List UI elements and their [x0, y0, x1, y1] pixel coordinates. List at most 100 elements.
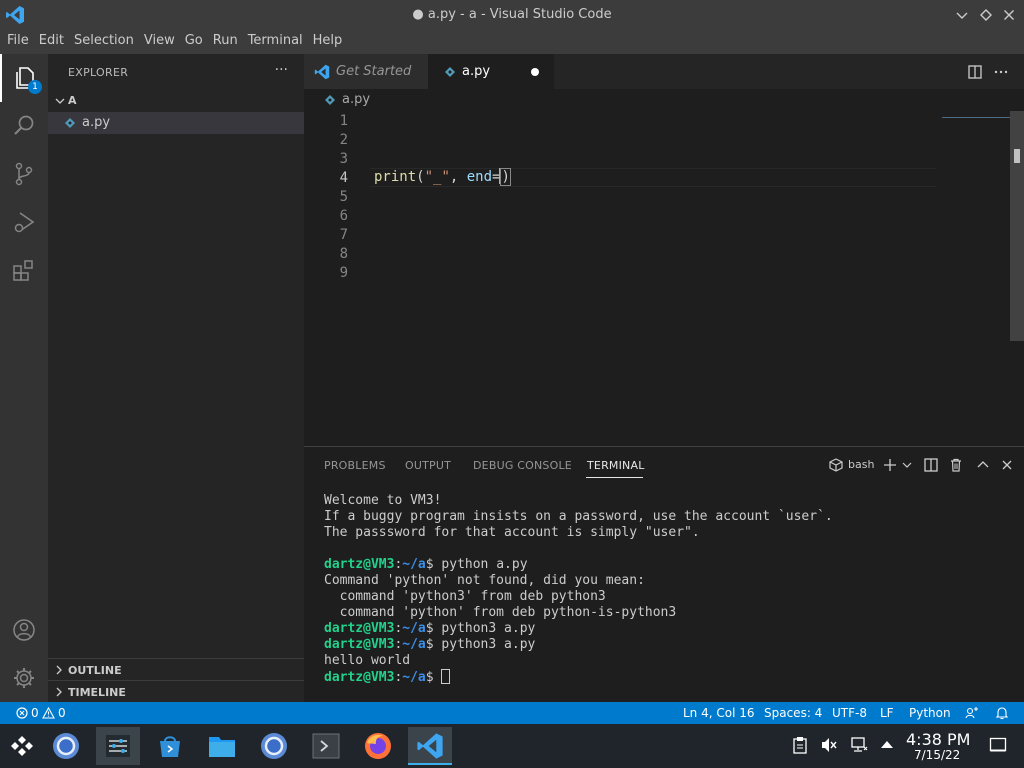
clock-time[interactable]: 4:38 PM — [906, 730, 970, 749]
prompt-path: ~/a — [402, 670, 426, 685]
tab-terminal[interactable]: TERMINAL — [587, 459, 645, 472]
terminal-dropdown-chevron-icon[interactable] — [901, 457, 917, 473]
minimize-chevron-icon[interactable] — [953, 6, 971, 24]
taskbar-firefox[interactable] — [356, 727, 400, 765]
editor-scrollbar[interactable] — [1010, 111, 1024, 341]
feedback-person-icon[interactable] — [965, 706, 979, 720]
prompt-user: dartz@VM3 — [324, 670, 395, 685]
taskbar-vscode[interactable] — [408, 727, 452, 765]
search-icon — [11, 113, 37, 139]
file-item-a-py[interactable]: a.py — [48, 112, 304, 134]
bell-icon[interactable] — [995, 706, 1009, 720]
menu-edit[interactable]: Edit — [34, 30, 69, 54]
warning-count[interactable]: 0 — [58, 706, 66, 720]
more-actions-button[interactable]: ··· — [275, 62, 288, 78]
terminal-icon — [311, 732, 341, 760]
taskbar-discover[interactable] — [148, 727, 192, 765]
tray-expand-triangle-icon[interactable] — [880, 738, 894, 750]
taskbar-file-manager[interactable] — [200, 727, 244, 765]
terminal-line: If a buggy program insists on a password… — [324, 509, 833, 524]
end-of-line[interactable]: LF — [880, 706, 894, 720]
clock-date[interactable]: 7/15/22 — [914, 748, 960, 762]
show-desktop-icon[interactable] — [989, 736, 1007, 754]
unsaved-dot-icon[interactable] — [531, 68, 539, 76]
split-terminal-icon[interactable] — [923, 457, 939, 473]
settings-sliders-icon — [104, 732, 132, 760]
breadcrumb: a.py — [304, 89, 1024, 111]
prompt-path: ~/a — [402, 637, 426, 652]
code-param: end — [466, 169, 493, 185]
explorer-button[interactable]: 1 — [0, 54, 48, 102]
indentation[interactable]: Spaces: 4 — [764, 706, 822, 720]
menu-view[interactable]: View — [139, 30, 180, 54]
line-number: 5 — [339, 189, 348, 205]
terminal-line: The passsword for that account is simply… — [324, 525, 700, 540]
title-bar: ● a.py - a - Visual Studio Code — [0, 0, 1024, 30]
tab-debug-console[interactable]: DEBUG CONSOLE — [473, 459, 572, 472]
search-button[interactable] — [0, 102, 48, 150]
run-debug-button[interactable] — [0, 198, 48, 246]
source-control-button[interactable] — [0, 150, 48, 198]
breadcrumb-file[interactable]: a.py — [342, 92, 370, 107]
new-terminal-plus-icon[interactable] — [882, 457, 898, 473]
maximize-panel-chevron-up-icon[interactable] — [975, 457, 991, 473]
clipboard-icon[interactable] — [792, 736, 808, 754]
language-mode[interactable]: Python — [909, 706, 951, 720]
accounts-button[interactable] — [0, 606, 48, 654]
tab-get-started[interactable]: Get Started — [304, 54, 428, 89]
maximize-diamond-icon[interactable] — [977, 6, 995, 24]
terminal-line: command 'python3' from deb python3 — [324, 589, 606, 604]
code-function: print — [374, 169, 417, 185]
cursor-position[interactable]: Ln 4, Col 16 — [683, 706, 755, 720]
error-circle-icon[interactable] — [16, 707, 28, 719]
manage-button[interactable] — [0, 654, 48, 702]
prompt-end: $ — [425, 621, 442, 636]
menu-go[interactable]: Go — [180, 30, 208, 54]
terminal-line: dartz@VM3:~/a$ — [324, 669, 833, 686]
tab-output[interactable]: OUTPUT — [405, 459, 451, 472]
activity-bar: 1 — [0, 54, 48, 702]
split-editor-icon[interactable] — [966, 63, 984, 81]
tab-a-py[interactable]: a.py — [428, 54, 554, 89]
folder-a[interactable]: A — [48, 91, 304, 111]
extensions-button[interactable] — [0, 246, 48, 294]
timeline-section[interactable]: TIMELINE — [48, 680, 304, 702]
terminal-shell-label[interactable]: bash — [848, 458, 874, 471]
firefox-icon — [363, 731, 393, 761]
encoding[interactable]: UTF-8 — [832, 706, 867, 720]
minimap[interactable] — [942, 117, 1010, 118]
more-actions-icon[interactable] — [992, 63, 1010, 81]
network-icon[interactable] — [850, 736, 868, 754]
terminal-output[interactable]: Welcome to VM3! If a buggy program insist… — [324, 493, 833, 686]
error-count[interactable]: 0 — [31, 706, 39, 720]
taskbar-settings[interactable] — [96, 727, 140, 765]
app-launcher-button[interactable] — [0, 727, 44, 765]
terminal-shell-icon — [828, 457, 844, 473]
menu-terminal[interactable]: Terminal — [243, 30, 308, 54]
outline-section[interactable]: OUTLINE — [48, 658, 304, 680]
taskbar-konsole[interactable] — [304, 727, 348, 765]
close-panel-icon[interactable] — [999, 457, 1015, 473]
prompt-user: dartz@VM3 — [324, 621, 395, 636]
warning-triangle-icon[interactable] — [42, 707, 55, 719]
menu-help[interactable]: Help — [308, 30, 348, 54]
code-separator: , — [449, 169, 467, 185]
tab-problems[interactable]: PROBLEMS — [324, 459, 386, 472]
account-icon — [11, 617, 37, 643]
trash-icon[interactable] — [948, 457, 964, 473]
prompt-path: ~/a — [402, 557, 426, 572]
code-line-4[interactable]: print("_", end=) — [374, 168, 511, 187]
terminal-command: python3 a.py — [441, 621, 536, 636]
menu-file[interactable]: File — [2, 30, 34, 54]
close-icon[interactable] — [1000, 6, 1018, 24]
volume-muted-icon[interactable] — [820, 736, 838, 754]
menu-run[interactable]: Run — [208, 30, 243, 54]
menu-selection[interactable]: Selection — [69, 30, 139, 54]
taskbar-chromium-2[interactable] — [252, 727, 296, 765]
code-editor[interactable]: 1 2 3 4 5 6 7 8 9 print("_", end=) — [304, 111, 1024, 446]
terminal-line: Command 'python' not found, did you mean… — [324, 573, 645, 588]
taskbar-chromium[interactable] — [44, 727, 88, 765]
prompt-end: $ — [425, 670, 442, 685]
run-debug-icon — [11, 209, 37, 235]
